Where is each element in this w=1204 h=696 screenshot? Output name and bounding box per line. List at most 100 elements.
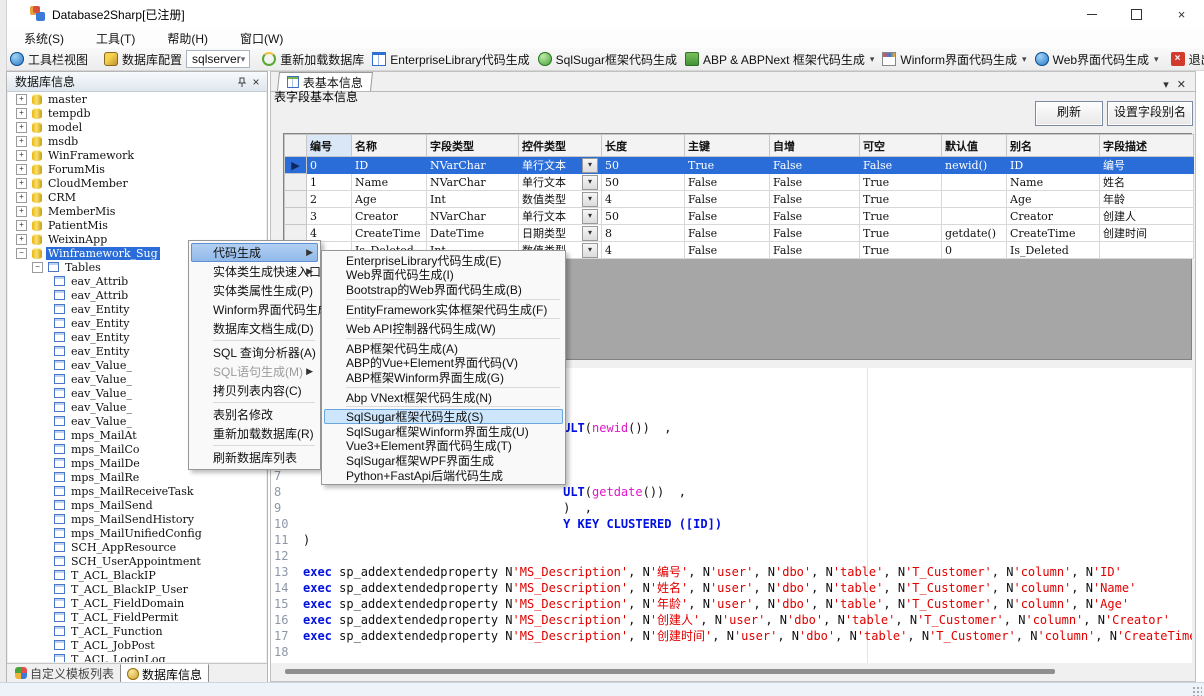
control-type-cell[interactable]: 单行文本▾ (519, 174, 602, 191)
grid-cell[interactable]: 0 (942, 242, 1007, 259)
row-selector-cell[interactable]: ▶ (285, 157, 307, 174)
context-menu-item[interactable]: 拷贝列表内容(C) (191, 381, 318, 400)
context-menu-item[interactable]: 表别名修改 (191, 405, 318, 424)
control-type-cell[interactable]: 数值类型▾ (519, 191, 602, 208)
menubar-item[interactable]: 帮助(H) (157, 28, 218, 49)
control-type-combobox[interactable]: 单行文本▾ (522, 157, 598, 173)
expand-icon[interactable]: + (16, 108, 27, 119)
column-header[interactable]: 长度 (602, 135, 685, 157)
maximize-button[interactable] (1114, 0, 1159, 28)
column-header[interactable]: 字段类型 (427, 135, 519, 157)
grid-cell[interactable]: 3 (307, 208, 352, 225)
grid-cell[interactable]: NVarChar (427, 208, 519, 225)
tree-node-table[interactable]: T_ACL_JobPost (8, 638, 266, 652)
tree-node-database[interactable]: +msdb (8, 134, 266, 148)
context-menu-item[interactable]: Winform界面代码生成(W) (191, 300, 318, 319)
grid-cell[interactable]: False (860, 157, 942, 174)
close-icon[interactable]: × (249, 75, 263, 89)
row-selector-cell[interactable] (285, 191, 307, 208)
toolbar-web-button[interactable]: Web界面代码生成 ▾ (1031, 50, 1163, 69)
grid-cell[interactable]: ID (352, 157, 427, 174)
control-type-cell[interactable]: 单行文本▾ (519, 157, 602, 174)
grid-cell[interactable]: 4 (602, 242, 685, 259)
grid-cell[interactable]: 创建时间 (1100, 225, 1194, 242)
column-header[interactable]: 默认值 (942, 135, 1007, 157)
tree-node-database[interactable]: +WinFramework (8, 148, 266, 162)
grid-cell[interactable] (942, 208, 1007, 225)
pin-icon[interactable] (235, 75, 249, 89)
grid-cell[interactable]: True (685, 157, 770, 174)
grid-cell[interactable]: newid() (942, 157, 1007, 174)
set-field-alias-button[interactable]: 设置字段别名 (1107, 101, 1193, 126)
expand-icon[interactable]: + (16, 234, 27, 245)
submenu-item[interactable]: SqlSugar框架WPF界面生成 (324, 453, 563, 468)
grid-cell[interactable]: Is_Deleted (1007, 242, 1100, 259)
grid-cell[interactable]: Name (1007, 174, 1100, 191)
grid-cell[interactable]: Creator (352, 208, 427, 225)
grid-cell[interactable]: True (860, 225, 942, 242)
tree-node-table[interactable]: mps_MailSendHistory (8, 512, 266, 526)
chevron-down-icon[interactable]: ▾ (870, 54, 875, 65)
grid-cell[interactable]: getdate() (942, 225, 1007, 242)
grid-cell[interactable]: 编号 (1100, 157, 1194, 174)
toolbar-entlib-button[interactable]: EnterpriseLibrary代码生成 (368, 50, 533, 69)
menubar-item[interactable]: 窗口(W) (230, 28, 293, 49)
submenu-item[interactable]: Bootstrap的Web界面代码生成(B) (324, 282, 563, 297)
grid-cell[interactable]: False (685, 174, 770, 191)
context-menu-item[interactable]: 重新加载数据库(R) (191, 424, 318, 443)
tree-node-table[interactable]: T_ACL_BlackIP (8, 568, 266, 582)
expand-icon[interactable]: + (16, 94, 27, 105)
chevron-down-icon[interactable]: ▾ (582, 192, 598, 207)
grid-cell[interactable]: False (770, 208, 860, 225)
grid-cell[interactable] (1100, 242, 1194, 259)
minimize-button[interactable] (1069, 0, 1114, 28)
grid-cell[interactable]: ID (1007, 157, 1100, 174)
tab-close-icon[interactable]: ✕ (1177, 78, 1186, 91)
resize-grip[interactable] (1192, 686, 1202, 696)
submenu-item[interactable]: Abp VNext框架代码生成(N) (324, 390, 563, 405)
grid-cell[interactable]: Age (1007, 191, 1100, 208)
control-type-combobox[interactable]: 数值类型▾ (522, 191, 598, 207)
submenu-item[interactable]: ABP的Vue+Element界面代码(V) (324, 356, 563, 371)
grid-cell[interactable]: 50 (602, 208, 685, 225)
editor-hscrollbar[interactable] (271, 664, 1192, 681)
tree-node-database[interactable]: +model (8, 120, 266, 134)
toolbar-exit-button[interactable]: × 退出 (1167, 50, 1204, 69)
submenu-item[interactable]: Web界面代码生成(I) (324, 268, 563, 283)
chevron-down-icon[interactable]: ▾ (582, 158, 598, 173)
grid-cell[interactable]: Creator (1007, 208, 1100, 225)
grid-cell[interactable]: 1 (307, 174, 352, 191)
context-menu-item[interactable]: 刷新数据库列表 (191, 448, 318, 467)
context-menu-item[interactable]: 实体类生成快速入口▶ (191, 262, 318, 281)
chevron-down-icon[interactable]: ▾ (582, 209, 598, 224)
control-type-cell[interactable]: 日期类型▾ (519, 225, 602, 242)
tree-node-database[interactable]: +CloudMember (8, 176, 266, 190)
submenu-item[interactable]: SqlSugar框架Winform界面生成(U) (324, 424, 563, 439)
menubar-item[interactable]: 系统(S) (14, 28, 74, 49)
row-selector-cell[interactable] (285, 225, 307, 242)
grid-cell[interactable]: CreateTime (1007, 225, 1100, 242)
row-selector-cell[interactable] (285, 208, 307, 225)
chevron-down-icon[interactable]: ▾ (582, 175, 598, 190)
column-header[interactable]: 编号 (307, 135, 352, 157)
grid-cell[interactable]: 50 (602, 174, 685, 191)
expand-icon[interactable]: + (16, 192, 27, 203)
column-header[interactable]: 字段描述 (1100, 135, 1194, 157)
grid-cell[interactable]: False (770, 242, 860, 259)
tree-node-table[interactable]: mps_MailReceiveTask (8, 484, 266, 498)
tree-node-table[interactable]: mps_MailSend (8, 498, 266, 512)
context-menu-item[interactable]: SQL 查询分析器(A) (191, 343, 318, 362)
control-type-cell[interactable]: 单行文本▾ (519, 208, 602, 225)
grid-cell[interactable] (942, 191, 1007, 208)
context-menu-item[interactable]: 实体类属性生成(P) (191, 281, 318, 300)
row-selector-cell[interactable] (285, 174, 307, 191)
toolbar-sqlsugar-button[interactable]: SqlSugar框架代码生成 (534, 50, 681, 69)
panel-tab-templates[interactable]: 自定义模板列表 (9, 664, 120, 682)
tree-node-database[interactable]: +PatientMis (8, 218, 266, 232)
menubar-item[interactable]: 工具(T) (86, 28, 145, 49)
tree-node-table[interactable]: SCH_UserAppointment (8, 554, 266, 568)
database-type-combobox[interactable]: sqlserver ▾ (186, 50, 250, 68)
grid-cell[interactable]: Age (352, 191, 427, 208)
tree-node-database[interactable]: +ForumMis (8, 162, 266, 176)
control-type-combobox[interactable]: 单行文本▾ (522, 208, 598, 224)
